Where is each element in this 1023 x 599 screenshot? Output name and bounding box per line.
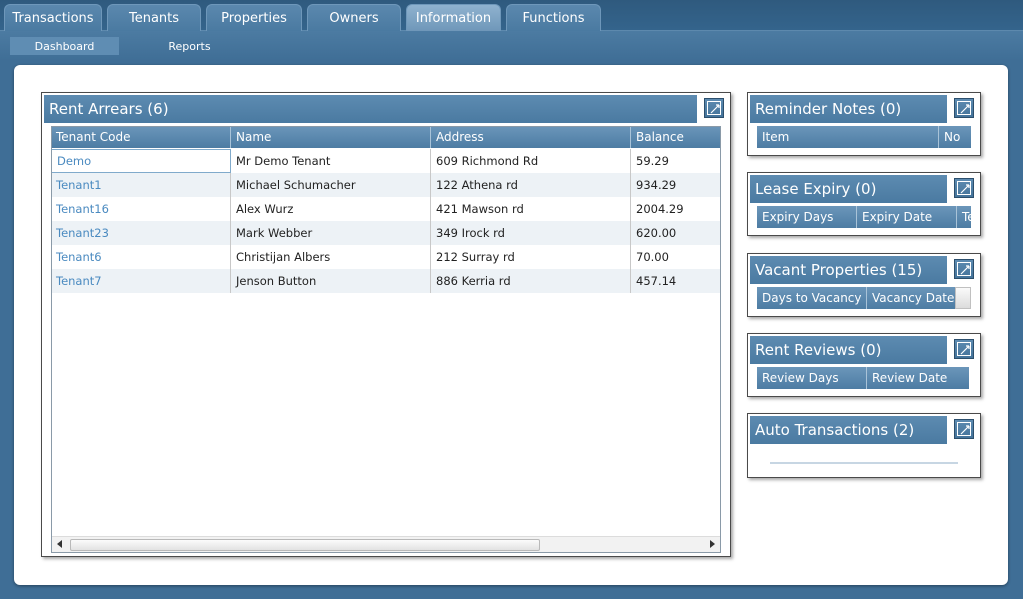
- tab-tenants[interactable]: Tenants: [107, 4, 201, 31]
- scrollbar-thumb[interactable]: [70, 539, 540, 551]
- vacant-properties-title: Vacant Properties (15): [750, 256, 947, 284]
- table-row[interactable]: Tenant1 Michael Schumacher 122 Athena rd…: [51, 173, 721, 197]
- vacant-properties-expand-button[interactable]: [954, 259, 974, 279]
- column-tenant-code[interactable]: Tenant Code: [51, 126, 231, 148]
- column-balance[interactable]: Balance: [631, 126, 721, 148]
- rent-arrears-title: Rent Arrears (6): [44, 95, 697, 123]
- column-days-to-vacancy[interactable]: Days to Vacancy: [757, 287, 867, 309]
- tab-properties[interactable]: Properties: [206, 4, 302, 31]
- auto-transactions-divider: [770, 462, 958, 464]
- column-review-days[interactable]: Review Days: [757, 367, 867, 389]
- tenant-code-cell[interactable]: Tenant6: [51, 245, 231, 269]
- balance-cell: 70.00: [636, 250, 669, 264]
- auto-transactions-widget: Auto Transactions (2): [747, 413, 981, 478]
- name-cell: Christijan Albers: [231, 245, 431, 269]
- rent-reviews-grid-header: Review Days Review Date: [757, 367, 969, 389]
- column-tenant[interactable]: Te: [957, 206, 971, 228]
- balance-cell: 59.29: [636, 154, 669, 168]
- expand-icon: [957, 262, 971, 276]
- subtab-reports[interactable]: Reports: [135, 37, 244, 55]
- horizontal-scrollbar[interactable]: [52, 536, 720, 552]
- tab-information[interactable]: Information: [406, 4, 501, 31]
- expand-icon: [957, 181, 971, 195]
- tab-owners[interactable]: Owners: [307, 4, 401, 31]
- tenant-code-cell[interactable]: Tenant1: [51, 173, 231, 197]
- address-cell: 421 Mawson rd: [431, 197, 631, 221]
- address-cell: 349 Irock rd: [431, 221, 631, 245]
- column-expiry-date[interactable]: Expiry Date: [857, 206, 957, 228]
- scroll-left-icon[interactable]: [57, 540, 62, 548]
- table-row[interactable]: Demo Mr Demo Tenant 609 Richmond Rd 59.2…: [51, 149, 721, 173]
- reminder-notes-grid-header: Item No: [757, 126, 971, 148]
- balance-cell: 457.14: [636, 274, 677, 288]
- balance-cell: 934.29: [636, 178, 677, 192]
- table-row[interactable]: Tenant16 Alex Wurz 421 Mawson rd 2004.29: [51, 197, 721, 221]
- reminder-notes-widget: Reminder Notes (0) Item No: [747, 92, 981, 156]
- column-review-date[interactable]: Review Date: [867, 367, 969, 389]
- reminder-notes-title: Reminder Notes (0): [750, 95, 947, 123]
- name-cell: Alex Wurz: [231, 197, 431, 221]
- expand-icon: [957, 422, 971, 436]
- address-cell: 122 Athena rd: [431, 173, 631, 197]
- address-cell: 609 Richmond Rd: [431, 149, 631, 173]
- rent-arrears-rows: Demo Mr Demo Tenant 609 Richmond Rd 59.2…: [51, 149, 721, 293]
- expand-icon: [707, 101, 721, 115]
- lease-expiry-grid-header: Expiry Days Expiry Date Te: [757, 206, 971, 228]
- tenant-code-cell[interactable]: Tenant23: [51, 221, 231, 245]
- subtab-dashboard[interactable]: Dashboard: [10, 37, 119, 55]
- expand-icon: [957, 342, 971, 356]
- lease-expiry-title: Lease Expiry (0): [750, 175, 947, 203]
- rent-reviews-title: Rent Reviews (0): [750, 336, 947, 364]
- name-cell: Jenson Button: [231, 269, 431, 293]
- name-cell: Michael Schumacher: [231, 173, 431, 197]
- column-item[interactable]: Item: [757, 126, 939, 148]
- tab-functions[interactable]: Functions: [506, 4, 601, 31]
- main-tab-bar: Transactions Tenants Properties Owners I…: [0, 0, 1023, 31]
- rent-arrears-grid-header: Tenant Code Name Address Balance: [51, 126, 721, 148]
- vertical-scrollbar[interactable]: [955, 287, 971, 309]
- name-cell: Mr Demo Tenant: [231, 149, 431, 173]
- table-row[interactable]: Tenant23 Mark Webber 349 Irock rd 620.00: [51, 221, 721, 245]
- vacant-properties-grid-header: Days to Vacancy Vacancy Date: [757, 287, 955, 309]
- lease-expiry-expand-button[interactable]: [954, 178, 974, 198]
- rent-arrears-widget: Rent Arrears (6) Tenant Code Name Addres…: [41, 92, 731, 557]
- lease-expiry-widget: Lease Expiry (0) Expiry Days Expiry Date…: [747, 172, 981, 236]
- name-cell: Mark Webber: [231, 221, 431, 245]
- sub-tab-bar: Dashboard Reports: [0, 31, 1023, 61]
- address-cell: 212 Surray rd: [431, 245, 631, 269]
- rent-arrears-expand-button[interactable]: [704, 98, 724, 118]
- column-expiry-days[interactable]: Expiry Days: [757, 206, 857, 228]
- rent-reviews-expand-button[interactable]: [954, 339, 974, 359]
- tenant-code-cell[interactable]: Demo: [51, 149, 231, 173]
- reminder-notes-expand-button[interactable]: [954, 98, 974, 118]
- balance-cell: 620.00: [636, 226, 677, 240]
- auto-transactions-title: Auto Transactions (2): [750, 416, 947, 444]
- table-row[interactable]: Tenant7 Jenson Button 886 Kerria rd 457.…: [51, 269, 721, 293]
- column-address[interactable]: Address: [431, 126, 631, 148]
- tenant-code-cell[interactable]: Tenant16: [51, 197, 231, 221]
- vacant-properties-widget: Vacant Properties (15) Days to Vacancy V…: [747, 253, 981, 317]
- rent-reviews-widget: Rent Reviews (0) Review Days Review Date: [747, 333, 981, 397]
- address-cell: 886 Kerria rd: [431, 269, 631, 293]
- column-name[interactable]: Name: [231, 126, 431, 148]
- expand-icon: [957, 101, 971, 115]
- tenant-code-cell[interactable]: Tenant7: [51, 269, 231, 293]
- balance-cell: 2004.29: [636, 202, 684, 216]
- tab-transactions[interactable]: Transactions: [4, 4, 102, 31]
- column-notes[interactable]: No: [939, 126, 971, 148]
- column-vacancy-date[interactable]: Vacancy Date: [867, 287, 955, 309]
- table-row[interactable]: Tenant6 Christijan Albers 212 Surray rd …: [51, 245, 721, 269]
- auto-transactions-expand-button[interactable]: [954, 419, 974, 439]
- scroll-right-icon[interactable]: [710, 540, 715, 548]
